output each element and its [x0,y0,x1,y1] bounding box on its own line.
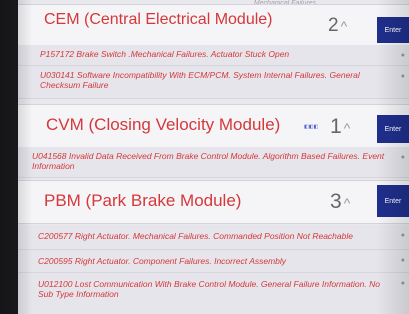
info-icon[interactable]: ● [401,232,405,239]
dtc-text: U041568 Invalid Data Received From Brake… [32,151,385,171]
chevron-up-icon[interactable]: ^ [344,120,351,136]
chevron-up-icon[interactable]: ^ [341,18,348,34]
info-icon[interactable]: ● [401,73,405,80]
dtc-count: 3 ^ [330,190,351,213]
dtc-row[interactable]: C200595 Right Actuator. Component Failur… [18,250,409,273]
dtc-text: U030141 Software Incompatibility With EC… [40,70,360,90]
module-header-pbm[interactable]: PBM (Park Brake Module) 3 ^ Enter [18,180,409,224]
dtc-text: U012100 Lost Communication With Brake Co… [38,279,380,299]
enter-button[interactable]: Enter [377,17,409,43]
enter-button[interactable]: Enter [377,115,409,143]
dtc-list-screen: ...Mechanical Failures CEM (Central Elec… [18,0,409,314]
info-icon[interactable]: ● [401,257,405,264]
dtc-row[interactable]: U030141 Software Incompatibility With EC… [18,66,409,99]
dtc-text: C200577 Right Actuator. Mechanical Failu… [38,231,353,241]
info-icon[interactable]: ● [401,280,405,287]
dtc-text: C200595 Right Actuator. Component Failur… [38,256,287,266]
dtc-count: 1 ^ [330,115,351,138]
module-header-cem[interactable]: CEM (Central Electrical Module) 2 ^ Enter [18,4,409,46]
freeze-frame-icon[interactable]: ◧◧◧ [304,124,318,130]
enter-button[interactable]: Enter [377,185,409,217]
chevron-up-icon[interactable]: ^ [344,195,351,211]
dtc-row[interactable]: C200577 Right Actuator. Mechanical Failu… [18,225,409,250]
dtc-row[interactable]: U012100 Lost Communication With Brake Co… [18,273,409,314]
info-icon[interactable]: ● [401,154,405,161]
dtc-count: 2 ^ [328,15,348,36]
module-title: CVM (Closing Velocity Module) [46,115,281,134]
dtc-row[interactable]: U041568 Invalid Data Received From Brake… [18,147,409,178]
module-title: PBM (Park Brake Module) [44,191,242,210]
module-title: CEM (Central Electrical Module) [44,11,273,28]
dtc-row[interactable]: P157172 Brake Switch .Mechanical Failure… [18,45,409,66]
module-header-cvm[interactable]: CVM (Closing Velocity Module) ◧◧◧ 1 ^ Ent… [18,104,409,148]
dtc-text: P157172 Brake Switch .Mechanical Failure… [40,49,290,59]
info-icon[interactable]: ● [401,52,405,59]
